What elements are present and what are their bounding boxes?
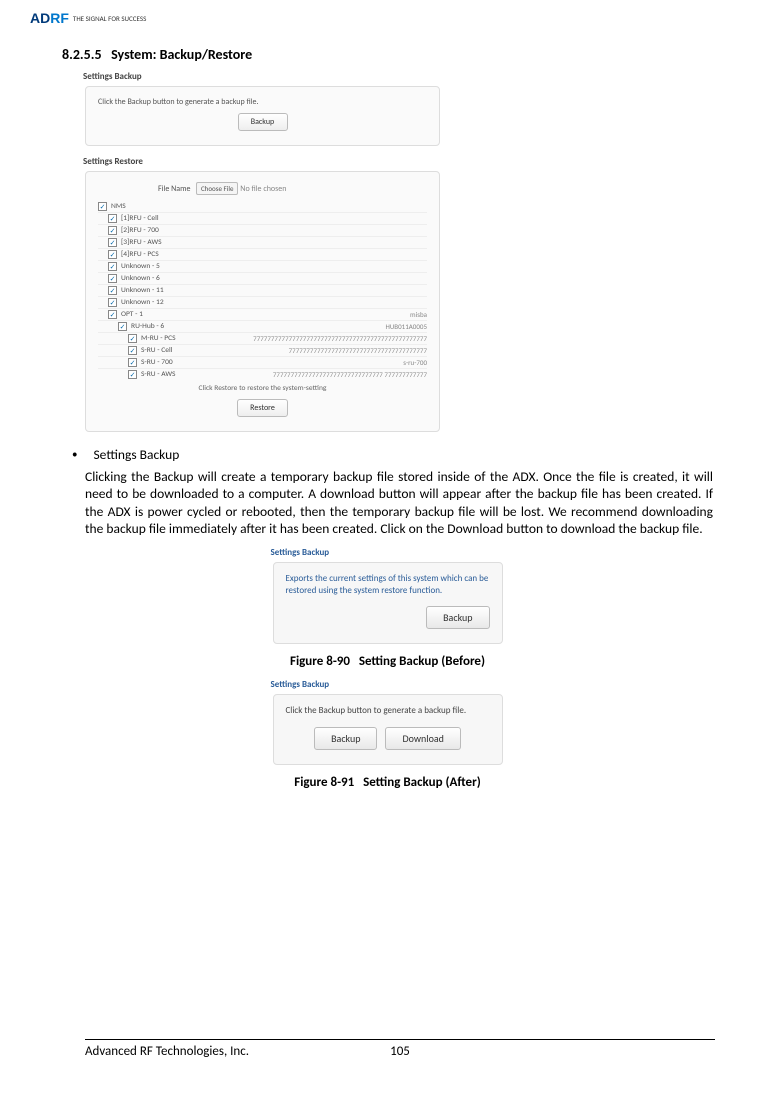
- fig2-text: Exports the current settings of this sys…: [286, 573, 490, 596]
- fig3-caption: Figure 8-91 Setting Backup (After): [30, 775, 745, 790]
- tree-label: OPT - 1: [121, 310, 143, 319]
- tree-row: ✓ NMS: [98, 201, 427, 213]
- restore-button[interactable]: Restore: [237, 399, 288, 417]
- filename-label: File Name: [158, 184, 191, 194]
- tree-row: ✓ [3]RFU - AWS: [98, 237, 427, 249]
- checkbox-icon[interactable]: ✓: [98, 202, 107, 211]
- bullet-settings-backup: • Settings Backup: [72, 446, 745, 464]
- tree-row: ✓ S-RU - 700 s-ru-700: [98, 357, 427, 369]
- fig3-caption-num: Figure 8-91: [294, 775, 354, 790]
- tree-value: s-ru-700: [403, 358, 427, 367]
- brand-logo: ADRF: [30, 10, 69, 26]
- checkbox-icon[interactable]: ✓: [108, 214, 117, 223]
- tree-label: Unknown - 6: [121, 274, 160, 283]
- figure-backup-restore: Settings Backup Click the Backup button …: [85, 71, 440, 432]
- tree-label: [4]RFU - PCS: [121, 250, 159, 259]
- tree-label: S-RU - AWS: [141, 370, 175, 379]
- no-file-text: No file chosen: [240, 184, 286, 194]
- tree-label: S-RU - Cell: [141, 346, 172, 355]
- fig2-caption: Figure 8-90 Setting Backup (Before): [30, 654, 745, 669]
- tree-label: S-RU - 700: [141, 358, 173, 367]
- settings-restore-panel: File Name Choose File No file chosen ✓ NM…: [85, 171, 440, 432]
- checkbox-icon[interactable]: ✓: [108, 250, 117, 259]
- checkbox-icon[interactable]: ✓: [128, 370, 137, 379]
- tree-value: misba: [410, 310, 427, 319]
- footer-page: 105: [370, 1044, 430, 1059]
- fig2-backup-button[interactable]: Backup: [426, 606, 489, 629]
- checkbox-icon[interactable]: ✓: [128, 334, 137, 343]
- checkbox-icon[interactable]: ✓: [108, 310, 117, 319]
- tree-label: [1]RFU - Cell: [121, 214, 159, 223]
- tree-label: [2]RFU - 700: [121, 226, 159, 235]
- checkbox-icon[interactable]: ✓: [128, 358, 137, 367]
- brand-header: ADRF THE SIGNAL FOR SUCCESS: [30, 10, 745, 26]
- fig2-caption-num: Figure 8-90: [290, 654, 350, 669]
- tree-row: ✓ S-RU - AWS 77777777777777777777777777777…: [98, 369, 427, 380]
- checkbox-icon[interactable]: ✓: [108, 274, 117, 283]
- bullet-text: Settings Backup: [93, 446, 179, 464]
- tree-row: ✓ OPT - 1 misba: [98, 309, 427, 321]
- tree-value: 7777777777777777777777777777777 77777777…: [273, 370, 427, 379]
- tree-row: ✓ Unknown - 12: [98, 297, 427, 309]
- settings-backup-title: Settings Backup: [83, 71, 440, 82]
- settings-backup-text: Click the Backup button to generate a ba…: [98, 97, 427, 107]
- figure-8-90: Settings Backup Exports the current sett…: [273, 547, 503, 644]
- tree-value: 7777777777777777777777777777777777777777…: [253, 334, 427, 343]
- checkbox-icon[interactable]: ✓: [108, 238, 117, 247]
- choose-file-button[interactable]: Choose File: [196, 182, 239, 195]
- brand-tagline: THE SIGNAL FOR SUCCESS: [73, 14, 146, 23]
- section-heading: 8.2.5.5 System: Backup/Restore: [62, 46, 745, 63]
- fig3-text: Click the Backup button to generate a ba…: [286, 705, 490, 717]
- tree-row: ✓ [2]RFU - 700: [98, 225, 427, 237]
- checkbox-icon[interactable]: ✓: [128, 346, 137, 355]
- restore-note: Click Restore to restore the system-sett…: [98, 384, 427, 393]
- section-title: System: Backup/Restore: [111, 46, 252, 63]
- tree-row: ✓ M-RU - PCS 77777777777777777777777777777…: [98, 333, 427, 345]
- fig3-panel: Click the Backup button to generate a ba…: [273, 694, 503, 765]
- tree-row: ✓ Unknown - 6: [98, 273, 427, 285]
- tree-label: Unknown - 12: [121, 298, 164, 307]
- tree-label: [3]RFU - AWS: [121, 238, 162, 247]
- tree-row: ✓ [1]RFU - Cell: [98, 213, 427, 225]
- tree-label: M-RU - PCS: [141, 334, 176, 343]
- checkbox-icon[interactable]: ✓: [108, 286, 117, 295]
- tree-label: Unknown - 11: [121, 286, 164, 295]
- tree-row: ✓ Unknown - 11: [98, 285, 427, 297]
- fig2-panel: Exports the current settings of this sys…: [273, 562, 503, 644]
- tree-value: HUB011A0005: [385, 322, 427, 331]
- tree-label: Unknown - 5: [121, 262, 160, 271]
- tree-label: NMS: [111, 202, 126, 211]
- restore-tree: ✓ NMS ✓ [1]RFU - Cell ✓ [2]RFU - 700 ✓ [3]RFU -…: [98, 201, 427, 380]
- section-number: 8.2.5.5: [62, 46, 102, 63]
- checkbox-icon[interactable]: ✓: [118, 322, 127, 331]
- settings-restore-title: Settings Restore: [83, 156, 440, 167]
- figure-8-91: Settings Backup Click the Backup button …: [273, 679, 503, 765]
- checkbox-icon[interactable]: ✓: [108, 226, 117, 235]
- backup-button[interactable]: Backup: [238, 113, 288, 131]
- brand-suffix: RF: [50, 10, 69, 26]
- fig2-caption-txt: Setting Backup (Before): [359, 654, 485, 669]
- fig2-title: Settings Backup: [271, 547, 503, 558]
- tree-row: ✓ S-RU - Cell 7777777777777777777777777777…: [98, 345, 427, 357]
- checkbox-icon[interactable]: ✓: [108, 262, 117, 271]
- fig3-caption-txt: Setting Backup (After): [363, 775, 481, 790]
- page-footer: Advanced RF Technologies, Inc. 105: [85, 1039, 715, 1059]
- tree-label: RU-Hub - 6: [131, 322, 164, 331]
- tree-row: ✓ Unknown - 5: [98, 261, 427, 273]
- brand-prefix: AD: [30, 10, 50, 26]
- fig3-title: Settings Backup: [271, 679, 503, 690]
- bullet-icon: •: [72, 446, 77, 464]
- tree-value: 777777777777777777777777777777777777777: [289, 346, 427, 355]
- fig3-download-button[interactable]: Download: [385, 727, 460, 750]
- fig3-backup-button[interactable]: Backup: [314, 727, 377, 750]
- body-paragraph: Clicking the Backup will create a tempor…: [85, 468, 713, 537]
- tree-row: ✓ [4]RFU - PCS: [98, 249, 427, 261]
- checkbox-icon[interactable]: ✓: [108, 298, 117, 307]
- settings-backup-panel: Click the Backup button to generate a ba…: [85, 86, 440, 146]
- tree-row: ✓ RU-Hub - 6 HUB011A0005: [98, 321, 427, 333]
